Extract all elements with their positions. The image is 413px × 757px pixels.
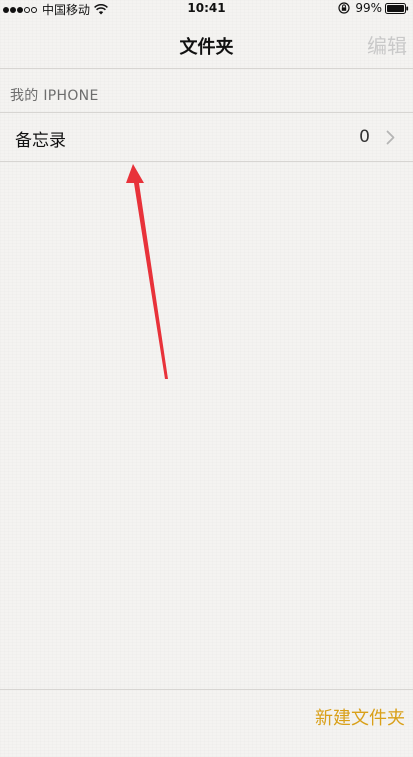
chevron-right-icon bbox=[386, 130, 395, 145]
folder-name: 备忘录 bbox=[15, 131, 66, 151]
folder-row-notes[interactable]: 备忘录 0 bbox=[0, 113, 413, 161]
bottom-toolbar: 新建文件夹 bbox=[0, 690, 413, 757]
new-folder-button[interactable]: 新建文件夹 bbox=[315, 704, 405, 730]
page-title: 文件夹 bbox=[179, 37, 234, 58]
nav-divider bbox=[0, 68, 413, 69]
section-header: 我的 IPHONE bbox=[10, 88, 99, 104]
battery-icon bbox=[385, 2, 409, 14]
folder-count: 0 bbox=[359, 127, 370, 147]
edit-button[interactable]: 编辑 bbox=[367, 30, 407, 59]
row-divider bbox=[0, 161, 413, 162]
status-right: 99% bbox=[338, 1, 409, 15]
status-bar: 中国移动 10:41 99% bbox=[0, 0, 413, 18]
battery-percent: 99% bbox=[355, 1, 382, 15]
lock-rotation-icon bbox=[338, 2, 350, 14]
navigation-bar: 文件夹 编辑 bbox=[0, 18, 413, 68]
